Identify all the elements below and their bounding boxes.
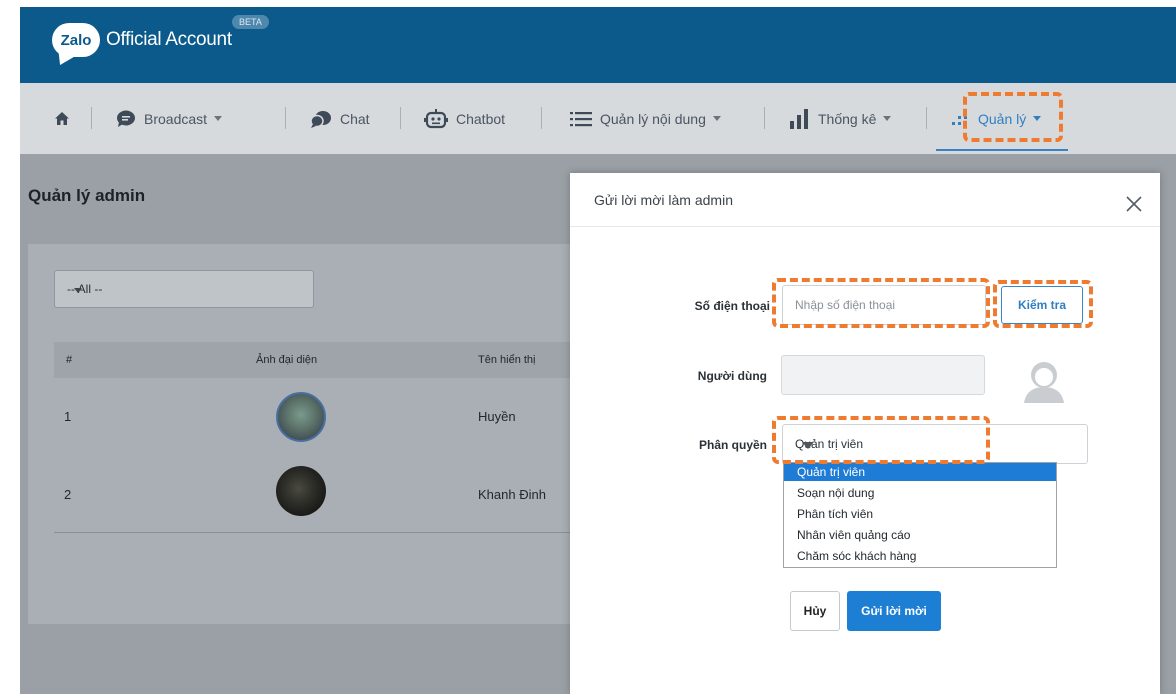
chevron-down-icon <box>74 288 82 293</box>
user-field <box>781 355 985 395</box>
zalo-logo: Zalo <box>52 23 100 57</box>
cancel-button[interactable]: Hủy <box>790 591 840 631</box>
nav-home[interactable] <box>54 83 78 154</box>
active-tab-indicator <box>936 149 1068 151</box>
nav-broadcast[interactable]: Broadcast <box>116 83 223 154</box>
column-header: Ảnh đại diện <box>256 354 318 366</box>
phone-input[interactable] <box>782 285 986 325</box>
nav-broadcast-label: Broadcast <box>144 110 208 127</box>
nav-statistics-label: Thống kê <box>818 110 877 127</box>
column-header: # <box>66 354 73 366</box>
nav-divider <box>400 107 401 129</box>
modal-title: Gửi lời mời làm admin <box>594 192 733 208</box>
chat-bubbles-icon <box>310 110 332 128</box>
row-name: Huyền <box>478 409 516 424</box>
role-option[interactable]: Quản trị viên <box>784 463 1056 481</box>
beta-badge: BETA <box>232 15 269 29</box>
row-index: 2 <box>64 487 72 502</box>
role-select[interactable]: Quản trị viên <box>782 424 1088 464</box>
app-header: Zalo Official Account BETA <box>20 7 1176 83</box>
avatar <box>276 466 326 516</box>
modal-header: Gửi lời mời làm admin <box>570 173 1160 227</box>
nav-divider <box>764 107 765 129</box>
grid-dots-icon <box>952 109 970 128</box>
list-icon <box>570 111 592 127</box>
logo-text: Zalo <box>60 31 92 49</box>
chevron-down-icon <box>883 116 892 121</box>
role-label: Phân quyền <box>698 438 767 452</box>
nav-statistics[interactable]: Thống kê <box>790 83 892 154</box>
nav-divider <box>926 107 927 129</box>
nav-chatbot-label: Chatbot <box>456 110 506 127</box>
user-avatar-icon <box>1020 357 1068 405</box>
row-name: Khanh Đinh <box>478 487 546 502</box>
role-filter-select[interactable]: -- All -- <box>54 270 314 308</box>
chevron-down-icon <box>214 116 223 121</box>
role-option[interactable]: Nhân viên quảng cáo <box>784 526 1056 544</box>
phone-label: Số điện thoại <box>694 299 770 313</box>
page-title: Quản lý admin <box>28 186 146 205</box>
nav-chat-label: Chat <box>340 110 370 127</box>
nav-divider <box>91 107 92 129</box>
send-invite-button[interactable]: Gửi lời mời <box>847 591 941 631</box>
main-nav: Broadcast Chat Chatbot Quản lý nội dung <box>20 83 1176 154</box>
nav-divider <box>541 107 542 129</box>
chevron-down-icon <box>802 442 814 449</box>
role-options-list: Quản trị viên Soạn nội dung Phân tích vi… <box>783 462 1057 568</box>
row-index: 1 <box>64 409 72 424</box>
app-title: Official Account <box>106 29 232 50</box>
bar-chart-icon <box>790 108 810 129</box>
nav-management[interactable]: Quản lý <box>952 83 1042 154</box>
role-option[interactable]: Chăm sóc khách hàng <box>784 547 1056 565</box>
brand[interactable]: Zalo Official Account <box>52 20 232 60</box>
nav-divider <box>285 107 286 129</box>
column-header: Tên hiển thị <box>478 354 536 366</box>
home-icon <box>54 111 70 126</box>
nav-content-management[interactable]: Quản lý nội dung <box>570 83 721 154</box>
check-button[interactable]: Kiểm tra <box>1001 286 1083 324</box>
filter-value: -- All -- <box>67 282 103 296</box>
robot-icon <box>424 108 448 129</box>
role-option[interactable]: Soạn nội dung <box>784 484 1056 502</box>
nav-chatbot[interactable]: Chatbot <box>424 83 505 154</box>
screen: Zalo Official Account BETA Broadcast Cha… <box>0 0 1176 694</box>
nav-content-label: Quản lý nội dung <box>600 110 706 127</box>
close-icon[interactable] <box>1125 195 1145 215</box>
row-divider <box>54 532 588 533</box>
message-bubble-icon <box>116 110 136 128</box>
role-option[interactable]: Phân tích viên <box>784 505 1056 523</box>
user-label: Người dùng <box>697 369 767 383</box>
avatar <box>276 392 326 442</box>
nav-management-label: Quản lý <box>978 110 1027 127</box>
nav-chat[interactable]: Chat <box>310 83 370 154</box>
chevron-down-icon <box>1033 116 1042 121</box>
chevron-down-icon <box>712 116 721 121</box>
